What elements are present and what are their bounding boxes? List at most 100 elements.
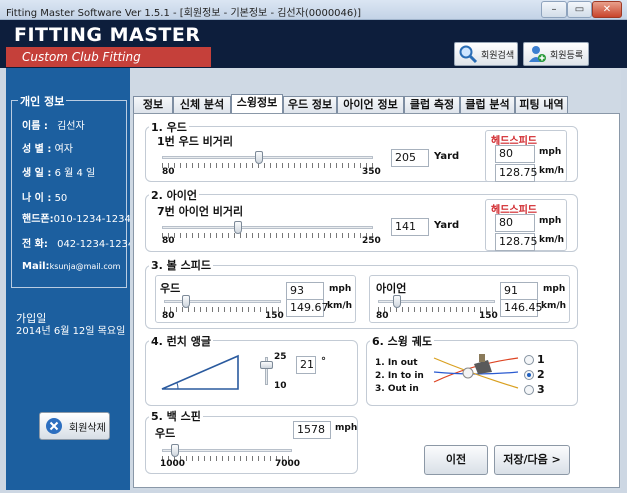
- iron-slider-ticks: [162, 233, 373, 238]
- launch-angle-input[interactable]: 21: [296, 356, 316, 374]
- launch-angle-diagram: [161, 354, 239, 390]
- back-spin-label: 우드: [155, 427, 176, 440]
- prev-button[interactable]: 이전: [424, 445, 488, 475]
- ball-iron-max: 150: [479, 311, 498, 321]
- wood-headspeed-kmh[interactable]: 128.75: [495, 164, 538, 182]
- swing-path-radio-3-label: 3: [537, 383, 545, 396]
- mail-label: Mail:: [22, 261, 50, 272]
- phone-row: 전 화: 042-1234-1234: [22, 235, 134, 250]
- iron-slider-track[interactable]: [162, 226, 373, 229]
- wood-distance-input[interactable]: 205: [391, 149, 429, 167]
- birthday-row: 생 일 : 6 월 4 일: [22, 164, 95, 179]
- wood-slider-ticks: [162, 163, 373, 168]
- back-spin-input[interactable]: 1578: [293, 421, 331, 439]
- personal-info-title: 개인 정보: [18, 93, 67, 109]
- minimize-button[interactable]: –: [541, 1, 567, 18]
- wood-slider-track[interactable]: [162, 156, 373, 159]
- swing-path-option-3: 3. Out in: [375, 384, 419, 394]
- iron-mph-unit: mph: [539, 216, 562, 226]
- gender-value: 여자: [54, 144, 73, 155]
- ball-iron-mph-unit: mph: [543, 284, 566, 294]
- launch-angle-title: 4. 런치 앵글: [149, 333, 213, 349]
- ball-wood-mph-unit: mph: [329, 284, 352, 294]
- close-button[interactable]: ✕: [592, 1, 622, 18]
- iron-title: 2. 아이언: [149, 187, 200, 203]
- joined-date: 2014년 6월 12일 목요일: [16, 326, 126, 337]
- name-value: 김선자: [57, 121, 85, 132]
- mobile-label: 핸드폰:: [22, 214, 54, 225]
- swing-path-option-1: 1. In out: [375, 358, 418, 368]
- iron-distance-input[interactable]: 141: [391, 218, 429, 236]
- swing-path-radio-2[interactable]: [524, 370, 534, 380]
- mail-value: ksunja@mail.com: [49, 262, 121, 271]
- swing-path-radio-2-label: 2: [537, 368, 545, 381]
- tab-wood-info[interactable]: 우드 정보: [283, 96, 337, 114]
- iron-headspeed-kmh[interactable]: 128.75: [495, 233, 538, 251]
- ball-iron-min: 80: [376, 311, 389, 321]
- phone-value: 042-1234-1234: [57, 239, 135, 250]
- gender-label: 성 별 :: [22, 144, 52, 155]
- launch-max: 25: [274, 352, 287, 362]
- ball-iron-slider-thumb[interactable]: [392, 295, 401, 308]
- swing-path-option-2: 2. In to in: [375, 371, 424, 381]
- tab-iron-info[interactable]: 아이언 정보: [337, 96, 404, 114]
- tab-info[interactable]: 정보: [133, 96, 173, 114]
- birthday-label: 생 일 :: [22, 168, 52, 179]
- swing-path-radio-1-label: 1: [537, 353, 545, 366]
- iron-headspeed-mph[interactable]: 80: [495, 214, 535, 232]
- wood-headspeed-mph[interactable]: 80: [495, 145, 535, 163]
- back-spin-slider-thumb[interactable]: [171, 444, 179, 457]
- ball-iron-kmh[interactable]: 146.45: [500, 299, 543, 317]
- delete-member-label: 회원삭제: [69, 422, 106, 434]
- wood-subtitle: 1번 우드 비거리: [157, 135, 234, 148]
- swing-path-radio-3[interactable]: [524, 385, 534, 395]
- ball-wood-max: 150: [265, 311, 284, 321]
- back-spin-slider-track[interactable]: [162, 449, 292, 452]
- ball-iron-kmh-unit: km/h: [541, 301, 567, 311]
- launch-slider-thumb[interactable]: [260, 360, 273, 369]
- tab-club-measure[interactable]: 클럽 측정: [404, 96, 460, 114]
- tab-swing-info[interactable]: 스윙정보: [231, 94, 283, 114]
- ball-wood-kmh[interactable]: 149.67: [286, 299, 329, 317]
- iron-subtitle: 7번 아이언 비거리: [157, 205, 244, 218]
- ball-speed-title: 3. 볼 스피드: [149, 257, 213, 273]
- delete-member-button[interactable]: 회원삭제: [39, 412, 110, 440]
- member-register-label: 회원등록: [550, 50, 584, 61]
- ball-iron-label: 아이언: [376, 282, 407, 295]
- wood-min: 80: [162, 167, 175, 177]
- wood-kmh-unit: km/h: [539, 166, 565, 176]
- mobile-row: 핸드폰:010-1234-1234: [22, 210, 131, 225]
- save-next-button[interactable]: 저장/다음 >: [494, 445, 570, 475]
- age-row: 나 이 : 50: [22, 189, 67, 204]
- member-search-label: 회원검색: [481, 50, 515, 61]
- tagline: Custom Club Fitting: [22, 50, 141, 64]
- swing-path-radio-1[interactable]: [524, 355, 534, 365]
- ball-wood-mph[interactable]: 93: [286, 282, 324, 300]
- tab-body-analysis[interactable]: 신체 분석: [173, 96, 231, 114]
- wood-yard-unit: Yard: [434, 151, 460, 162]
- member-register-button[interactable]: 회원등록: [523, 42, 589, 66]
- ball-wood-slider-ticks: [164, 307, 281, 312]
- iron-kmh-unit: km/h: [539, 235, 565, 245]
- wood-max: 350: [362, 167, 381, 177]
- iron-slider-thumb[interactable]: [233, 221, 242, 234]
- brand-logo: FITTING MASTER: [14, 24, 201, 46]
- age-label: 나 이 :: [22, 193, 52, 204]
- maximize-button[interactable]: ▭: [567, 1, 592, 18]
- tab-fitting-history[interactable]: 피팅 내역: [515, 96, 568, 114]
- ball-wood-label: 우드: [160, 282, 181, 295]
- member-search-button[interactable]: 회원검색: [454, 42, 518, 66]
- name-row: 이름 : 김선자: [22, 117, 85, 132]
- window-title: Fitting Master Software Ver 1.5.1 - [회원정…: [6, 8, 362, 19]
- iron-max: 250: [362, 236, 381, 246]
- tab-club-analysis[interactable]: 클럽 분석: [460, 96, 515, 114]
- wood-slider-thumb[interactable]: [255, 151, 264, 164]
- swing-path-diagram: [433, 354, 519, 389]
- delete-icon: [46, 418, 62, 434]
- ball-iron-mph[interactable]: 91: [500, 282, 538, 300]
- ball-wood-slider-thumb[interactable]: [182, 295, 191, 308]
- name-label: 이름 :: [22, 121, 48, 132]
- gender-row: 성 별 : 여자: [22, 140, 73, 155]
- back-spin-title: 5. 백 스핀: [149, 408, 203, 424]
- age-value: 50: [54, 193, 68, 204]
